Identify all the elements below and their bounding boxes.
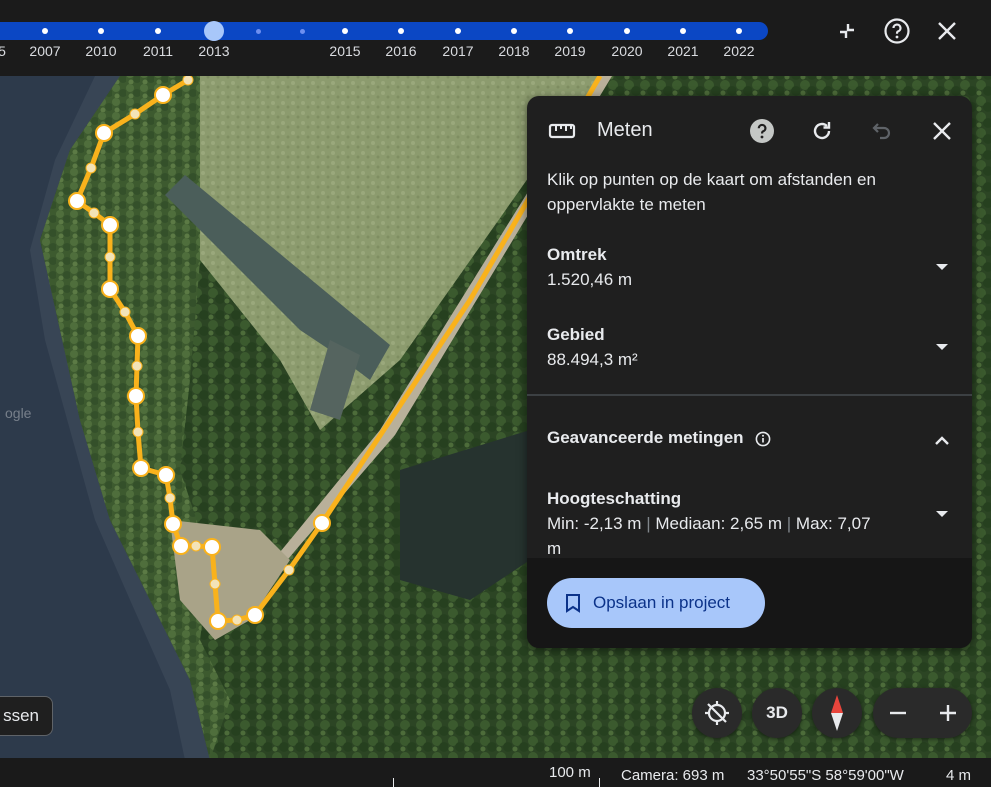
timeline-year-label[interactable]: 2013 <box>198 43 229 59</box>
area-label: Gebied <box>547 325 605 344</box>
toggle-3d-button[interactable]: 3D <box>752 688 802 738</box>
help-icon[interactable] <box>747 116 777 146</box>
chevron-down-icon[interactable] <box>932 337 952 357</box>
timeline-dot-2018[interactable] <box>511 28 517 34</box>
chevron-down-icon[interactable] <box>932 257 952 277</box>
timeline-year-label[interactable]: 2011 <box>143 43 173 59</box>
timeline-dot-2017[interactable] <box>455 28 461 34</box>
timeline-year-label[interactable]: 2007 <box>29 43 60 59</box>
toggle-3d-label: 3D <box>766 703 788 722</box>
value-separator: | <box>786 514 792 533</box>
timeline-dot-2020[interactable] <box>624 28 630 34</box>
timeline-partial-label: 5 <box>0 43 6 59</box>
panel-header: Meten <box>527 96 972 166</box>
elevation-estimate-label: Hoogteschatting <box>547 489 682 508</box>
area-row[interactable]: Gebied 88.494,3 m² <box>547 322 952 372</box>
area-value: 88.494,3 m² <box>547 350 638 369</box>
advanced-measurements-toggle[interactable]: Geavanceerde metingen <box>547 428 952 454</box>
ground-elevation: 4 m <box>946 767 972 784</box>
elevation-values: Min: -2,13 m | Mediaan: 2,65 m | Max: 7,… <box>547 511 877 561</box>
timeline-dot-2015[interactable] <box>342 28 348 34</box>
close-icon[interactable] <box>932 16 962 46</box>
minus-icon <box>889 711 906 715</box>
compass-button[interactable] <box>812 688 862 738</box>
location-disabled-icon <box>705 701 729 725</box>
chevron-up-icon[interactable] <box>932 431 952 451</box>
timeline-dot-2007[interactable] <box>42 28 48 34</box>
cursor-coordinates: 33°50'55"S 58°59'00"W <box>747 767 904 784</box>
perimeter-label: Omtrek <box>547 245 607 264</box>
timeline-dot-2022[interactable] <box>736 28 742 34</box>
map-watermark: ogle <box>5 405 32 421</box>
timeline-dot-2019[interactable] <box>567 28 573 34</box>
zoom-in-button[interactable] <box>923 688 972 738</box>
save-to-project-label: Opslaan in project <box>593 593 731 612</box>
panel-footer: Opslaan in project <box>527 558 972 648</box>
reset-orientation-button[interactable] <box>692 688 742 738</box>
section-divider <box>527 394 972 396</box>
zoom-controls <box>873 688 972 738</box>
save-to-project-button[interactable]: Opslaan in project <box>547 578 765 628</box>
collapse-icon[interactable] <box>832 16 862 46</box>
timeline-dot-2011[interactable] <box>155 28 161 34</box>
compass-icon <box>831 695 843 731</box>
historical-imagery-bar: 5 2007 2010 2011 2013 2015 2016 2017 201… <box>0 0 991 76</box>
value-separator: | <box>646 514 651 533</box>
plus-icon <box>939 705 956 721</box>
close-icon[interactable] <box>927 116 957 146</box>
timeline-year-label[interactable]: 2017 <box>442 43 473 59</box>
left-partial-button[interactable]: ssen <box>0 696 53 736</box>
bookmark-icon <box>566 594 580 613</box>
reset-icon[interactable] <box>807 116 837 146</box>
help-icon[interactable] <box>882 16 912 46</box>
measure-panel: Meten Klik op punten op de kaart om afst… <box>527 96 972 648</box>
timeline-year-label[interactable]: 2015 <box>329 43 360 59</box>
timeline-dot-2016[interactable] <box>398 28 404 34</box>
undo-icon[interactable] <box>867 116 897 146</box>
timeline-dot-minor[interactable] <box>256 29 261 34</box>
timeline-year-label[interactable]: 2020 <box>611 43 642 59</box>
panel-title: Meten <box>597 119 653 141</box>
ruler-icon <box>547 116 577 146</box>
timeline-track[interactable] <box>0 22 768 40</box>
scale-bar <box>393 778 600 787</box>
info-icon[interactable] <box>755 431 771 447</box>
camera-altitude: Camera: 693 m <box>621 767 725 784</box>
timeline-selected-handle[interactable] <box>204 21 224 41</box>
timeline-year-label[interactable]: 2021 <box>667 43 698 59</box>
timeline-year-label[interactable]: 2022 <box>723 43 754 59</box>
perimeter-value: 1.520,46 m <box>547 270 633 289</box>
elevation-min: Min: -2,13 m <box>547 514 642 533</box>
zoom-out-button[interactable] <box>873 688 922 738</box>
advanced-measurements-label: Geavanceerde metingen <box>547 428 744 447</box>
timeline-year-label[interactable]: 2019 <box>554 43 585 59</box>
measure-instructions: Klik op punten op de kaart om afstanden … <box>547 170 876 214</box>
timeline-year-label[interactable]: 2010 <box>85 43 116 59</box>
timeline-year-label[interactable]: 2018 <box>498 43 529 59</box>
timeline-dot-2010[interactable] <box>98 28 104 34</box>
timeline-dot-2021[interactable] <box>680 28 686 34</box>
chevron-down-icon[interactable] <box>932 504 952 524</box>
timeline-dot-minor[interactable] <box>300 29 305 34</box>
elevation-median: Mediaan: 2,65 m <box>655 514 783 533</box>
perimeter-row[interactable]: Omtrek 1.520,46 m <box>547 242 952 292</box>
elevation-estimate-row[interactable]: Hoogteschatting Min: -2,13 m | Mediaan: … <box>547 486 952 558</box>
timeline-year-label[interactable]: 2016 <box>385 43 416 59</box>
